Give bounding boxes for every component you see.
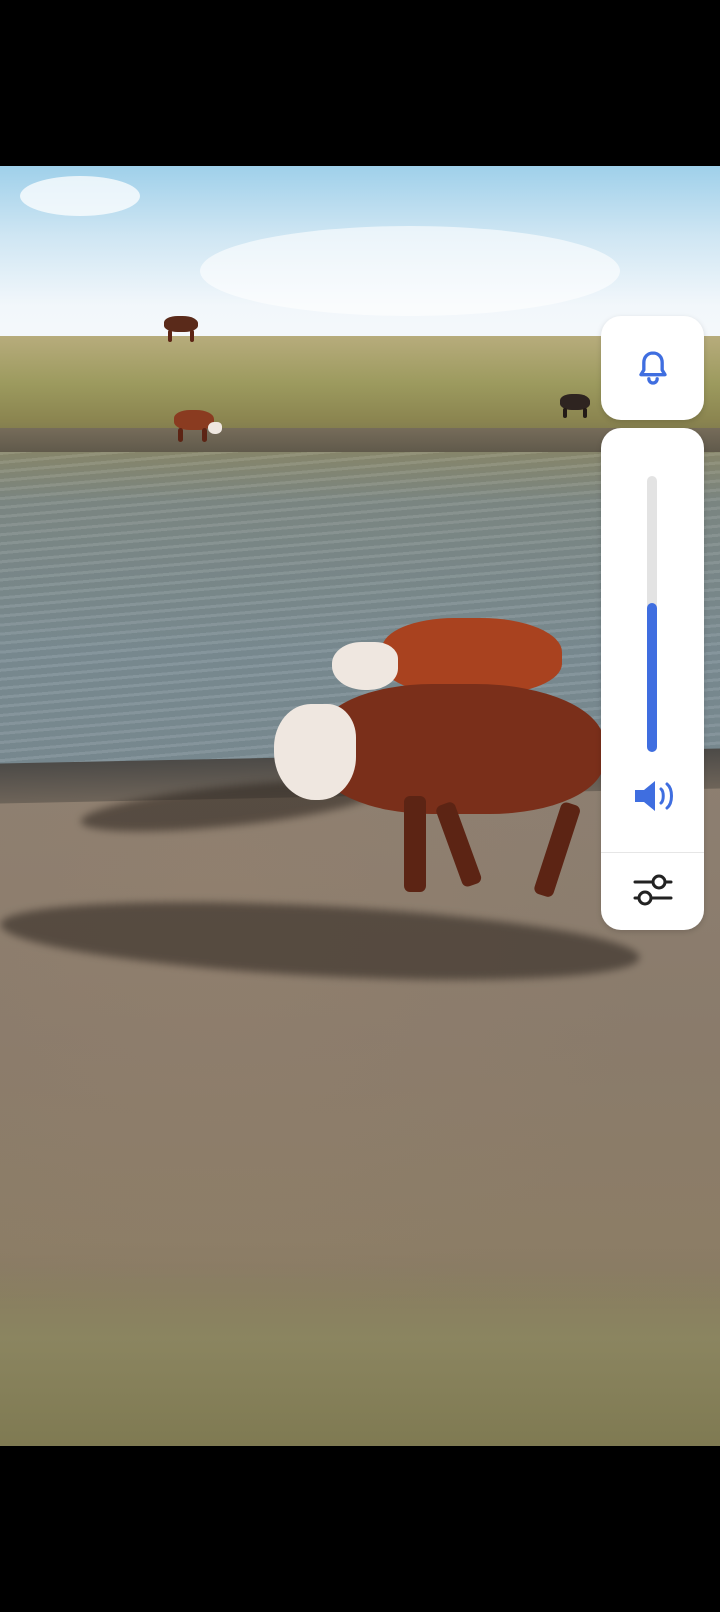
panel-divider (601, 852, 704, 853)
cloud (20, 176, 140, 216)
cow-on-hill (164, 314, 200, 344)
sliders-settings-icon[interactable] (631, 868, 675, 912)
cow-drinking (174, 408, 226, 442)
cloud (200, 226, 620, 316)
speaker-volume-icon[interactable] (633, 778, 677, 814)
bell-icon (638, 351, 667, 385)
ringer-mode-button[interactable] (601, 316, 704, 420)
cow-far-right (560, 394, 594, 418)
cow-front (274, 684, 604, 904)
volume-slider[interactable] (647, 476, 657, 752)
foreground-grass (0, 1266, 720, 1446)
top-letterbox (0, 0, 720, 166)
volume-panel (601, 428, 704, 930)
bottom-letterbox (0, 1446, 720, 1612)
volume-slider-fill (647, 602, 657, 752)
